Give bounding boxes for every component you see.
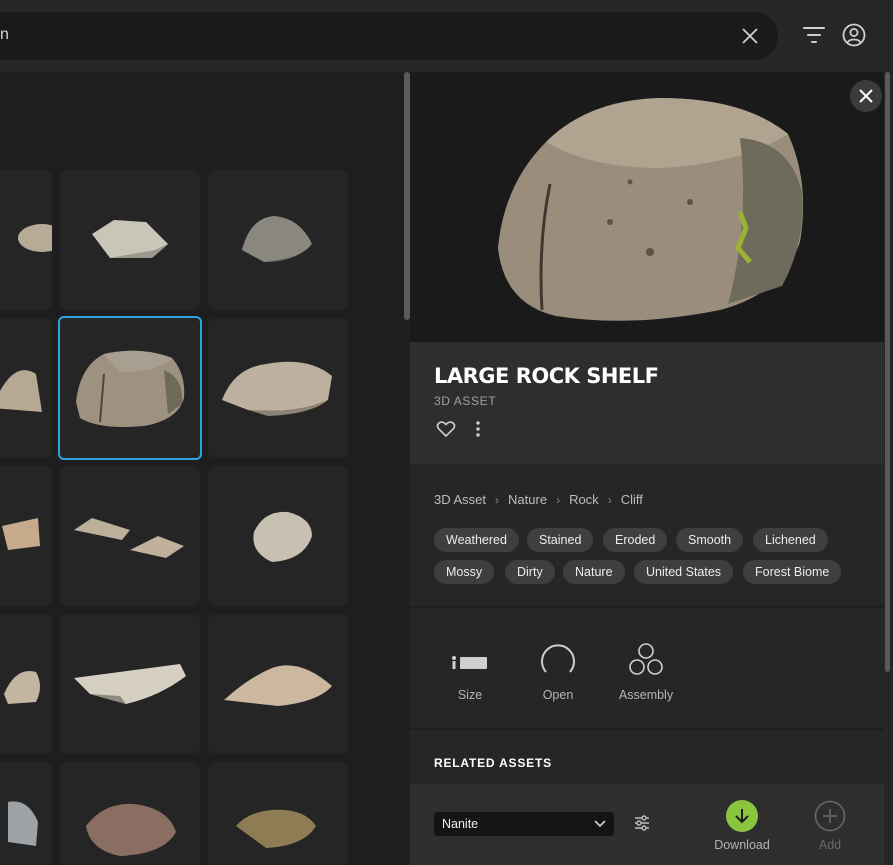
- rock-thumbnail: [242, 216, 312, 262]
- tag-chip[interactable]: Smooth: [676, 528, 744, 552]
- rock-thumbnail: [74, 664, 186, 704]
- close-detail-button[interactable]: [850, 80, 882, 112]
- chevron-right-icon: ›: [607, 492, 612, 507]
- download-arrow-icon: [735, 809, 749, 824]
- asset-tile[interactable]: [60, 762, 200, 865]
- search-box[interactable]: n: [0, 12, 778, 60]
- asset-tile[interactable]: [0, 614, 52, 754]
- asset-tile[interactable]: [0, 762, 52, 865]
- asset-tile[interactable]: [208, 466, 348, 606]
- rock-preview-image: [498, 98, 804, 321]
- spinner-icon: [541, 644, 575, 673]
- asset-title: LARGE ROCK SHELF: [434, 364, 659, 388]
- tag-chip[interactable]: Dirty: [505, 560, 555, 584]
- filter-icon[interactable]: [801, 22, 827, 48]
- asset-tile[interactable]: [208, 762, 348, 865]
- quality-select[interactable]: Nanite: [434, 812, 614, 836]
- breadcrumb-item[interactable]: Nature: [508, 492, 547, 507]
- detail-scrollbar[interactable]: [884, 72, 893, 865]
- asset-type: 3D ASSET: [434, 394, 497, 408]
- open-label: Open: [542, 688, 574, 702]
- rock-thumbnail: [86, 803, 176, 856]
- breadcrumb-item[interactable]: Cliff: [621, 492, 643, 507]
- detail-scrollbar-thumb[interactable]: [885, 72, 890, 672]
- download-button[interactable]: [726, 800, 758, 832]
- search-input[interactable]: n: [0, 26, 9, 44]
- quality-select-value: Nanite: [442, 817, 479, 831]
- asset-tile[interactable]: [0, 318, 52, 458]
- asset-tile-selected[interactable]: [58, 316, 202, 460]
- asset-tile[interactable]: [60, 466, 200, 606]
- asset-tile[interactable]: [60, 170, 200, 310]
- rock-thumbnail: [0, 370, 42, 412]
- top-bar: n: [0, 0, 893, 72]
- asset-tile[interactable]: [0, 170, 52, 310]
- heart-icon[interactable]: [436, 420, 456, 438]
- asset-grid: [0, 72, 410, 865]
- size-icon: [452, 656, 487, 669]
- asset-tile[interactable]: [208, 614, 348, 754]
- download-bar: Nanite Download Add: [410, 784, 885, 865]
- rock-thumbnail: [236, 809, 316, 848]
- asset-tile[interactable]: [60, 614, 200, 754]
- download-label: Download: [714, 838, 770, 852]
- add-icon[interactable]: [814, 800, 846, 832]
- tag-chip[interactable]: Forest Biome: [743, 560, 842, 584]
- asset-tile[interactable]: [208, 318, 348, 458]
- related-assets-title: RELATED ASSETS: [434, 756, 552, 770]
- tag-chip[interactable]: Mossy: [434, 560, 495, 584]
- asset-tile[interactable]: [208, 170, 348, 310]
- tag-chip[interactable]: Eroded: [603, 528, 668, 552]
- clear-search-icon[interactable]: [740, 26, 760, 46]
- tag-chip[interactable]: Weathered: [434, 528, 519, 552]
- sliders-icon[interactable]: [634, 815, 650, 831]
- tag-chip[interactable]: Lichened: [753, 528, 828, 552]
- breadcrumb-item[interactable]: Rock: [569, 492, 599, 507]
- asset-detail-panel: LARGE ROCK SHELF 3D ASSET 3D Asset › Nat…: [410, 72, 885, 865]
- asset-metadata: 3D Asset › Nature › Rock › Cliff Weather…: [410, 464, 885, 608]
- rock-thumbnail: [253, 511, 312, 562]
- rock-thumbnail: [76, 350, 185, 427]
- related-assets-section: RELATED ASSETS: [410, 732, 885, 784]
- chevron-down-icon: [594, 820, 606, 828]
- rock-thumbnail: [222, 361, 332, 416]
- tag-chip[interactable]: Nature: [563, 560, 625, 584]
- assembly-icon: [629, 643, 663, 675]
- rock-thumbnail: [8, 801, 38, 846]
- rock-thumbnail: [224, 665, 332, 706]
- close-icon: [859, 89, 873, 103]
- size-button[interactable]: Size: [430, 638, 510, 708]
- more-options-icon[interactable]: [474, 420, 482, 438]
- size-label: Size: [457, 688, 483, 702]
- asset-tile[interactable]: [0, 466, 52, 606]
- asset-header: LARGE ROCK SHELF 3D ASSET: [410, 342, 885, 464]
- breadcrumb: 3D Asset › Nature › Rock › Cliff: [434, 492, 643, 507]
- rock-thumbnail: [4, 670, 40, 704]
- rock-thumbnail: [74, 518, 184, 558]
- chevron-right-icon: ›: [495, 492, 500, 507]
- breadcrumb-item[interactable]: 3D Asset: [434, 492, 486, 507]
- open-button[interactable]: Open: [518, 638, 598, 708]
- chevron-right-icon: ›: [556, 492, 561, 507]
- tag-chip[interactable]: United States: [634, 560, 734, 584]
- rock-thumbnail: [2, 518, 40, 550]
- user-icon[interactable]: [841, 22, 867, 48]
- asset-preview: [410, 72, 885, 342]
- add-label: Add: [818, 838, 842, 852]
- rock-thumbnail: [18, 224, 52, 252]
- rock-thumbnail: [92, 220, 168, 258]
- tag-chip[interactable]: Stained: [527, 528, 594, 552]
- asset-actions: Size Open Assembly: [410, 610, 885, 730]
- assembly-label: Assembly: [618, 688, 674, 702]
- assembly-button[interactable]: Assembly: [606, 638, 686, 708]
